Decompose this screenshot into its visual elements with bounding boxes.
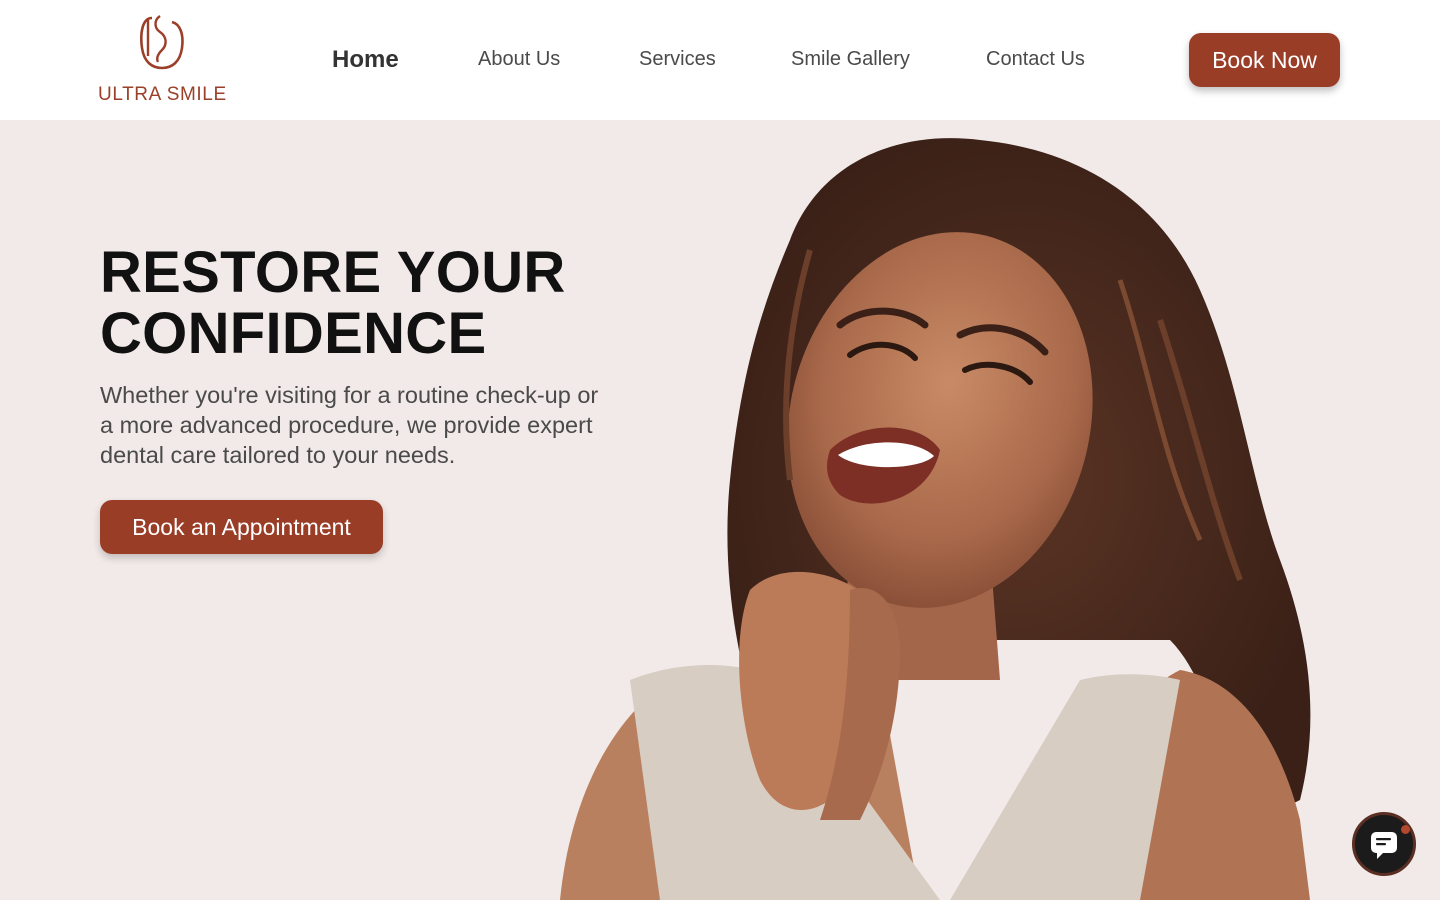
nav-item-contact-us[interactable]: Contact Us (986, 48, 1085, 71)
logo[interactable]: ULTRA SMILE (98, 14, 230, 106)
hero-headline-line-2: CONFIDENCE (100, 301, 487, 366)
hero-headline-line-1: RESTORE YOUR (100, 240, 566, 305)
site-header: ULTRA SMILE Home About Us Services Smile… (0, 0, 1440, 120)
chat-launcher-button[interactable] (1352, 812, 1416, 876)
book-now-button[interactable]: Book Now (1189, 33, 1340, 87)
hero-section: RESTORE YOUR CONFIDENCE Whether you're v… (0, 120, 1440, 900)
hero-headline: RESTORE YOUR CONFIDENCE (100, 242, 700, 364)
nav-item-services[interactable]: Services (639, 48, 716, 71)
chat-notification-dot (1401, 825, 1410, 834)
hero-subtext: Whether you're visiting for a routine ch… (100, 382, 599, 468)
brand-name: ULTRA SMILE (98, 84, 227, 105)
nav-item-smile-gallery[interactable]: Smile Gallery (791, 48, 910, 71)
nav-item-about-us[interactable]: About Us (478, 48, 560, 71)
nav-item-home[interactable]: Home (332, 46, 399, 74)
chat-icon (1371, 832, 1397, 859)
logo-mark-icon (140, 15, 184, 70)
hero-portrait-image (560, 138, 1311, 900)
book-appointment-button[interactable]: Book an Appointment (100, 500, 383, 554)
